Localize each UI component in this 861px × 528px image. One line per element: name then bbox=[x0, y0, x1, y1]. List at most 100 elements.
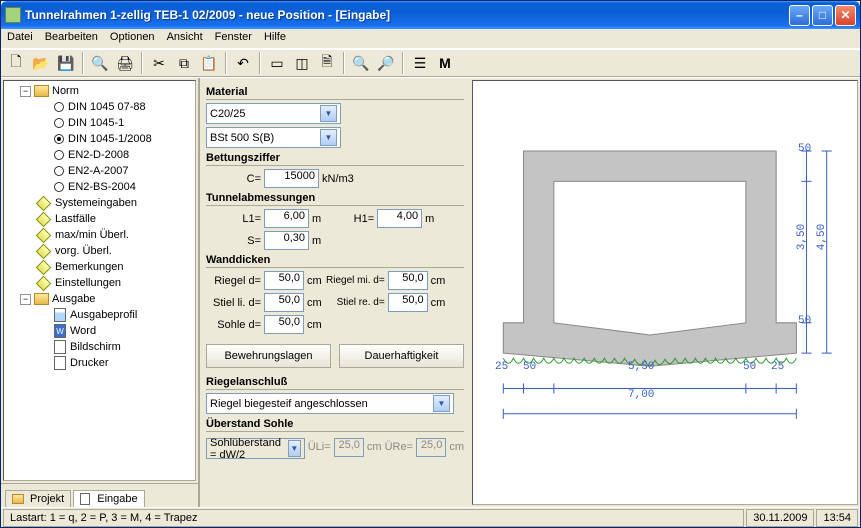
tree-systemeingaben[interactable]: Systemeingaben bbox=[55, 197, 137, 209]
bewehrungslagen-button[interactable]: Bewehrungslagen bbox=[206, 344, 331, 368]
stielre-label: Stiel re. d= bbox=[325, 297, 385, 308]
statusbar: Lastart: 1 = q, 2 = P, 3 = M, 4 = Trapez… bbox=[1, 507, 860, 527]
s-input[interactable]: 0,30 bbox=[264, 231, 309, 250]
menu-datei[interactable]: Datei bbox=[7, 31, 33, 46]
dim-br2: 25 bbox=[771, 361, 784, 373]
window1-icon[interactable]: ▭ bbox=[266, 52, 288, 74]
tree-norm-item[interactable]: DIN 1045-1/2008 bbox=[6, 131, 193, 147]
tree-norm-item[interactable]: DIN 1045 07-88 bbox=[6, 99, 193, 115]
dauerhaftigkeit-button[interactable]: Dauerhaftigkeit bbox=[339, 344, 464, 368]
riegelmi-input[interactable]: 50,0 bbox=[388, 271, 428, 290]
tree-lastfaelle[interactable]: Lastfälle bbox=[55, 213, 96, 225]
radio-icon[interactable] bbox=[54, 118, 64, 128]
screen-icon bbox=[54, 340, 66, 354]
menu-hilfe[interactable]: Hilfe bbox=[264, 31, 286, 46]
uli-input: 25,0 bbox=[334, 438, 364, 457]
diagram-canvas: 50 3,50 4,50 50 25 50 5,50 50 25 7,00 bbox=[472, 80, 858, 505]
material-steel-select[interactable]: BSt 500 S(B)▼ bbox=[206, 127, 341, 148]
m-icon[interactable]: M bbox=[434, 52, 456, 74]
tree-norm-item[interactable]: EN2-A-2007 bbox=[6, 163, 193, 179]
list-icon bbox=[54, 308, 66, 322]
tree-ausgabeprofil[interactable]: Ausgabeprofil bbox=[70, 309, 137, 321]
menu-ansicht[interactable]: Ansicht bbox=[167, 31, 203, 46]
maximize-button[interactable]: □ bbox=[812, 5, 833, 26]
l1-label: L1= bbox=[206, 213, 261, 225]
wand-heading: Wanddicken bbox=[206, 254, 464, 268]
nav-tree[interactable]: − Norm DIN 1045 07-88 DIN 1045-1 DIN 1045-1… bbox=[3, 80, 196, 481]
dim-br1: 50 bbox=[743, 361, 756, 373]
bettung-input[interactable]: 15000 bbox=[264, 169, 319, 188]
stielre-input[interactable]: 50,0 bbox=[388, 293, 428, 312]
h1-input[interactable]: 4,00 bbox=[377, 209, 422, 228]
chevron-down-icon: ▼ bbox=[320, 105, 337, 122]
tree-item-label: DIN 1045 07-88 bbox=[68, 101, 146, 113]
tree-norm-item[interactable]: EN2-BS-2004 bbox=[6, 179, 193, 195]
radio-icon[interactable] bbox=[54, 102, 64, 112]
tree-einstellungen[interactable]: Einstellungen bbox=[55, 277, 121, 289]
tree-norm-item[interactable]: DIN 1045-1 bbox=[6, 115, 193, 131]
bettung-heading: Bettungsziffer bbox=[206, 152, 464, 166]
diamond-icon bbox=[36, 259, 52, 275]
tab-projekt[interactable]: Projekt bbox=[5, 490, 71, 507]
s-label: S= bbox=[206, 235, 261, 247]
tree-drucker[interactable]: Drucker bbox=[70, 357, 109, 369]
radio-icon[interactable] bbox=[54, 166, 64, 176]
minimize-button[interactable]: – bbox=[789, 5, 810, 26]
cut-icon[interactable]: ✂ bbox=[148, 52, 170, 74]
palette-icon[interactable]: ☰ bbox=[409, 52, 431, 74]
tree-word[interactable]: Word bbox=[70, 325, 96, 337]
l1-input[interactable]: 6,00 bbox=[264, 209, 309, 228]
menu-bearbeiten[interactable]: Bearbeiten bbox=[45, 31, 98, 46]
tree-bildschirm[interactable]: Bildschirm bbox=[70, 341, 121, 353]
riegelanschluss-heading: Riegelanschluß bbox=[206, 376, 464, 390]
word-icon: W bbox=[54, 324, 66, 338]
diamond-icon bbox=[36, 243, 52, 259]
dim-bl2: 50 bbox=[523, 361, 536, 373]
riegel-input[interactable]: 50,0 bbox=[264, 271, 304, 290]
app-icon bbox=[5, 7, 21, 23]
tree-norm-item[interactable]: EN2-D-2008 bbox=[6, 147, 193, 163]
tree-item-label: DIN 1045-1 bbox=[68, 117, 124, 129]
dim-bl1: 25 bbox=[495, 361, 508, 373]
paste-icon[interactable]: 📋 bbox=[198, 52, 220, 74]
tree-item-label: EN2-BS-2004 bbox=[68, 181, 136, 193]
stielli-input[interactable]: 50,0 bbox=[264, 293, 304, 312]
riegelanschluss-select[interactable]: Riegel biegesteif angeschlossen▼ bbox=[206, 393, 454, 414]
dim-inner-w: 5,50 bbox=[628, 361, 654, 373]
tab-eingabe[interactable]: Eingabe bbox=[73, 490, 144, 507]
tree-norm[interactable]: Norm bbox=[52, 85, 79, 97]
uli-label: ÜLi= bbox=[308, 441, 331, 453]
radio-icon[interactable] bbox=[54, 150, 64, 160]
zoom-in-icon[interactable]: 🔍 bbox=[350, 52, 372, 74]
diamond-icon bbox=[36, 211, 52, 227]
new-icon[interactable]: 🗋 bbox=[5, 52, 27, 74]
tree-ausgabe[interactable]: Ausgabe bbox=[52, 293, 95, 305]
dim-bot-thick: 50 bbox=[798, 315, 811, 327]
collapse-icon[interactable]: − bbox=[20, 86, 31, 97]
dim-inner-h: 3,50 bbox=[796, 224, 808, 250]
open-icon[interactable]: 📂 bbox=[30, 52, 52, 74]
menu-fenster[interactable]: Fenster bbox=[215, 31, 252, 46]
print-icon[interactable]: 🖨 bbox=[114, 52, 136, 74]
copy-icon[interactable]: ⧉ bbox=[173, 52, 195, 74]
ueberstand-heading: Überstand Sohle bbox=[206, 418, 464, 432]
doc-icon[interactable]: 🗎 bbox=[316, 52, 338, 74]
material-concrete-select[interactable]: C20/25▼ bbox=[206, 103, 341, 124]
status-left: Lastart: 1 = q, 2 = P, 3 = M, 4 = Trapez bbox=[3, 509, 744, 527]
sohle-input[interactable]: 50,0 bbox=[264, 315, 304, 334]
radio-icon[interactable] bbox=[54, 182, 64, 192]
window2-icon[interactable]: ◫ bbox=[291, 52, 313, 74]
undo-icon[interactable]: ↶ bbox=[232, 52, 254, 74]
tree-bemerkungen[interactable]: Bemerkungen bbox=[55, 261, 124, 273]
zoom-out-icon[interactable]: 🔎 bbox=[375, 52, 397, 74]
save-icon[interactable]: 💾 bbox=[55, 52, 77, 74]
menu-optionen[interactable]: Optionen bbox=[110, 31, 155, 46]
radio-icon[interactable] bbox=[54, 134, 64, 144]
diamond-icon bbox=[36, 275, 52, 291]
collapse-icon[interactable]: − bbox=[20, 294, 31, 305]
tree-vorg[interactable]: vorg. Überl. bbox=[55, 245, 112, 257]
ueberstand-select[interactable]: Sohlüberstand = dW/2▼ bbox=[206, 438, 305, 459]
close-button[interactable]: ✕ bbox=[835, 5, 856, 26]
preview-icon[interactable]: 🔍 bbox=[89, 52, 111, 74]
tree-maxmin[interactable]: max/min Überl. bbox=[55, 229, 129, 241]
